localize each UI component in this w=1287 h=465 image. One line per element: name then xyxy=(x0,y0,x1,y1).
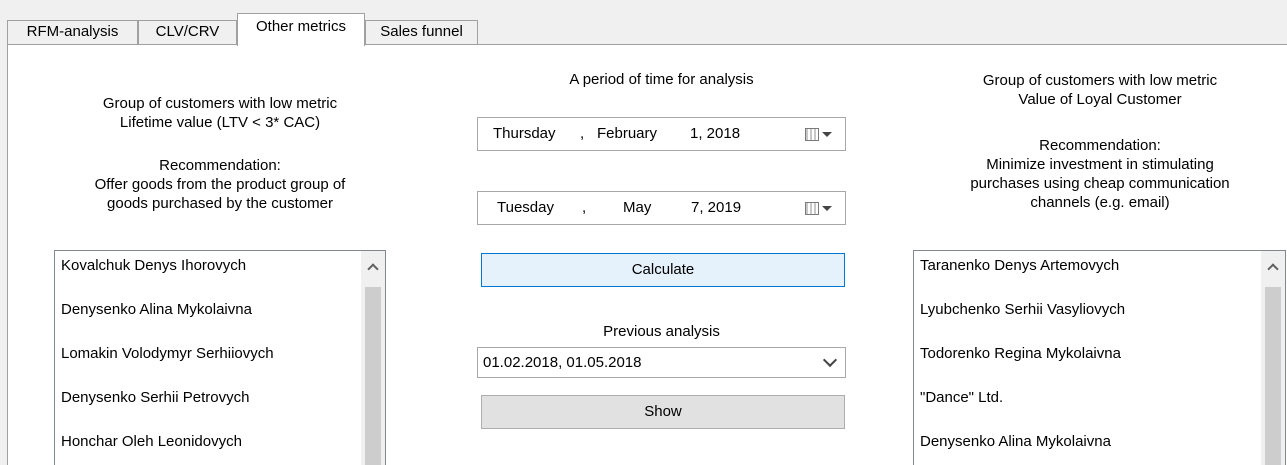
list-item[interactable]: Taranenko Denys Artemovych xyxy=(914,251,1285,295)
chevron-up-icon[interactable] xyxy=(361,251,385,281)
previous-analysis-select[interactable]: 01.02.2018, 01.05.2018 xyxy=(477,347,846,378)
list-item[interactable]: Todorenko Regina Mykolaivna xyxy=(914,339,1285,383)
list-item[interactable]: Honchar Oleh Leonidovych xyxy=(55,427,385,465)
list-item[interactable]: Denysenko Alina Mykolaivna xyxy=(55,295,385,339)
right-rec-line2: purchases using cheap communication xyxy=(970,175,1230,192)
left-scroll-thumb[interactable] xyxy=(365,287,381,465)
right-customer-list[interactable]: Taranenko Denys Artemovych Lyubchenko Se… xyxy=(913,250,1286,465)
tab-strip: RFM-analysis CLV/CRV Other metrics Sales… xyxy=(0,0,1287,46)
right-group-title: Group of customers with low metric Value… xyxy=(906,71,1287,109)
end-separator: , xyxy=(582,199,587,216)
period-title: A period of time for analysis xyxy=(569,71,754,88)
right-scrollbar[interactable] xyxy=(1261,251,1285,465)
previous-analysis-title: Previous analysis xyxy=(603,323,720,340)
left-rec-title: Recommendation: xyxy=(159,157,281,174)
start-separator: , xyxy=(580,125,585,142)
start-date-picker[interactable]: Thursday , February 1, 2018 xyxy=(477,117,846,151)
list-item[interactable]: Kovalchuk Denys Ihorovych xyxy=(55,251,385,295)
tab-clv-crv[interactable]: CLV/CRV xyxy=(138,20,237,44)
left-scrollbar[interactable] xyxy=(361,251,385,465)
list-item[interactable]: Lyubchenko Serhii Vasyliovych xyxy=(914,295,1285,339)
tab-other-metrics[interactable]: Other metrics xyxy=(237,13,365,46)
chevron-down-icon[interactable] xyxy=(822,206,832,211)
right-group-title-line1: Group of customers with low metric xyxy=(982,72,1218,89)
chevron-down-icon[interactable] xyxy=(822,352,838,368)
list-item[interactable]: Lomakin Volodymyr Serhiiovych xyxy=(55,339,385,383)
calendar-icon[interactable] xyxy=(805,202,819,215)
calculate-button[interactable]: Calculate xyxy=(481,253,845,287)
start-day-year: 1, 2018 xyxy=(690,125,741,142)
left-group-title-line1: Group of customers with low metric xyxy=(102,95,338,112)
chevron-down-icon[interactable] xyxy=(822,132,832,137)
calendar-icon[interactable] xyxy=(805,128,819,141)
left-group-title: Group of customers with low metric Lifet… xyxy=(20,94,420,132)
right-rec-line1: Minimize investment in stimulating xyxy=(986,156,1214,173)
left-rec-line1: Offer goods from the product group of xyxy=(94,176,346,193)
right-scroll-thumb[interactable] xyxy=(1265,287,1281,465)
list-item[interactable]: "Dance" Ltd. xyxy=(914,383,1285,427)
start-month: February xyxy=(597,125,658,142)
tab-sales-funnel[interactable]: Sales funnel xyxy=(365,20,478,44)
previous-analysis-value: 01.02.2018, 01.05.2018 xyxy=(483,354,642,371)
end-date-picker[interactable]: Tuesday , May 7, 2019 xyxy=(477,191,846,225)
end-weekday: Tuesday xyxy=(497,199,554,216)
right-rec-title: Recommendation: xyxy=(1039,137,1161,154)
left-recommendation: Recommendation: Offer goods from the pro… xyxy=(20,156,420,213)
list-item[interactable]: Denysenko Alina Mykolaivna xyxy=(914,427,1285,465)
right-group-title-line2: Value of Loyal Customer xyxy=(1018,91,1182,108)
chevron-up-icon[interactable] xyxy=(1261,251,1285,281)
end-month: May xyxy=(623,199,652,216)
list-item[interactable]: Denysenko Serhii Petrovych xyxy=(55,383,385,427)
left-rec-line2: goods purchased by the customer xyxy=(107,195,333,212)
right-rec-line3: channels (e.g. email) xyxy=(1030,194,1170,211)
left-group-title-line2: Lifetime value (LTV < 3* CAC) xyxy=(119,114,321,131)
show-button[interactable]: Show xyxy=(481,395,845,429)
left-customer-list[interactable]: Kovalchuk Denys Ihorovych Denysenko Alin… xyxy=(54,250,386,465)
right-recommendation: Recommendation: Minimize investment in s… xyxy=(906,136,1287,212)
start-weekday: Thursday xyxy=(493,125,556,142)
tab-rfm-analysis[interactable]: RFM-analysis xyxy=(7,20,138,44)
end-day-year: 7, 2019 xyxy=(691,199,742,216)
